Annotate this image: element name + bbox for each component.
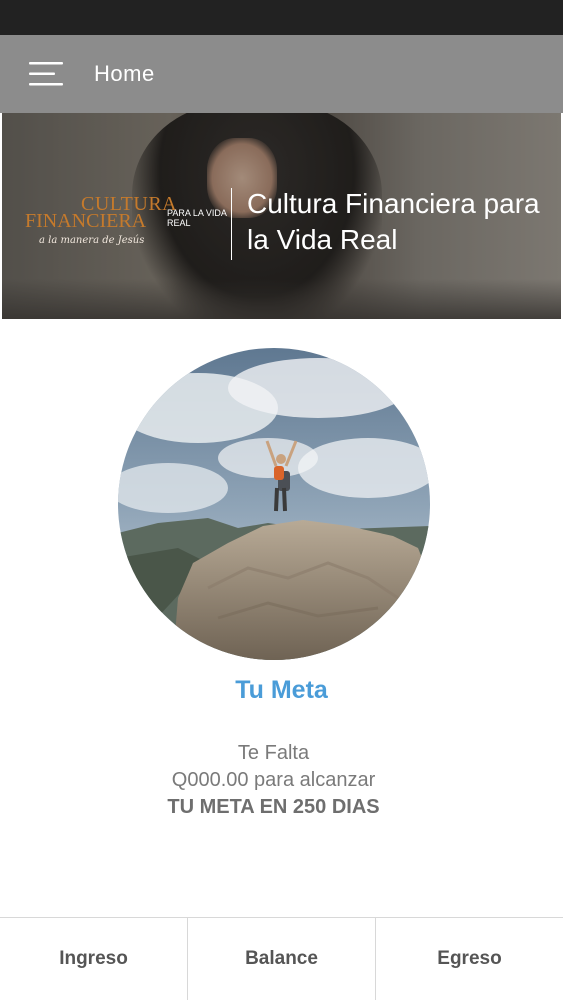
goal-deadline-text: TU META EN 250 DIAS [167, 796, 380, 818]
menu-button[interactable] [0, 35, 94, 113]
status-bar [0, 0, 563, 35]
goal-summary: Te Falta Q000.00 para alcanzar TU META E… [0, 740, 547, 821]
goal-remaining-label: Te Falta [237, 742, 310, 764]
income-button[interactable]: Ingreso [0, 918, 187, 1000]
app-bar: Home [0, 35, 563, 113]
expense-button[interactable]: Egreso [375, 918, 563, 1000]
logo-line-2: FINANCIERA [25, 210, 147, 232]
hamburger-menu-icon [29, 62, 63, 86]
logo-divider [231, 188, 232, 260]
hero-banner: CULTURA FINANCIERA PARA LA VIDA REAL a l… [2, 113, 561, 319]
brand-logo: CULTURA FINANCIERA PARA LA VIDA REAL a l… [25, 193, 226, 255]
balance-button[interactable]: Balance [187, 918, 375, 1000]
page-title: Home [94, 61, 155, 86]
bottom-nav: Ingreso Balance Egreso [0, 917, 563, 1000]
logo-line-3: PARA LA VIDA REAL [167, 208, 227, 228]
goal-photo [118, 348, 430, 660]
logo-tagline: a la manera de Jesús [39, 235, 145, 246]
banner-title: Cultura Financiera para la Vida Real [247, 188, 540, 255]
goal-title: Tu Meta [235, 676, 328, 704]
goal-amount-text: Q000.00 para alcanzar [171, 769, 376, 791]
